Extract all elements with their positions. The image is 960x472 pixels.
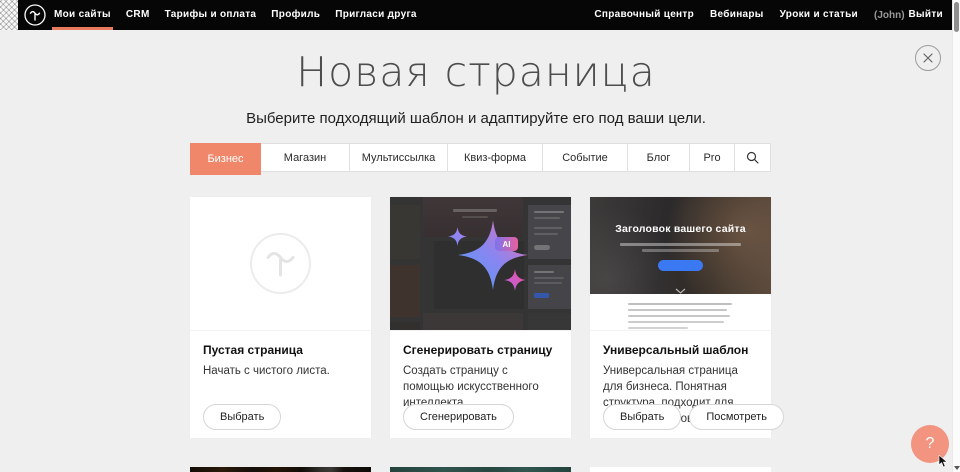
card-ai-generate: AI Сгенерировать страницу Создать страни… [390, 197, 571, 438]
template-text-section [590, 294, 771, 331]
menu-profile[interactable]: Профиль [271, 0, 320, 30]
card-description: Начать с чистого листа. [203, 363, 358, 379]
tab-business[interactable]: Бизнес [190, 143, 261, 175]
card-universal-template: Заголовок вашего сайта Универсальный шаб… [590, 197, 771, 438]
scrollbar-thumb[interactable] [954, 2, 959, 32]
template-hero: Заголовок вашего сайта [590, 197, 771, 294]
card-white-template[interactable] [590, 467, 771, 472]
template-category-tabs: Бизнес Магазин Мультиссылка Квиз-форма С… [190, 143, 771, 175]
ai-sparkle-icon [390, 197, 571, 331]
topbar-right-menu: Справочный центр Вебинары Уроки и статьи… [594, 0, 943, 30]
blank-page-preview [190, 197, 371, 331]
tilda-watermark-icon [249, 232, 312, 300]
ai-preview: AI [390, 197, 571, 331]
card-title: Универсальный шаблон [603, 343, 758, 357]
card-title: Пустая страница [203, 343, 358, 357]
card-info: Сгенерировать страницу Создать страницу … [390, 331, 571, 411]
preview-template-button[interactable]: Посмотреть [689, 404, 784, 430]
tab-quiz-form[interactable]: Квиз-форма [448, 143, 543, 172]
menu-tariffs[interactable]: Тарифы и оплата [165, 0, 257, 30]
ai-badge: AI [495, 237, 518, 251]
user-name: (John) [874, 10, 905, 21]
card-teal-template[interactable] [390, 467, 571, 472]
template-cta-button [658, 260, 703, 271]
card-info: Пустая страница Начать с чистого листа. [190, 331, 371, 379]
tab-event[interactable]: Событие [543, 143, 628, 172]
choose-blank-button[interactable]: Выбрать [203, 404, 281, 430]
topbar: Мои сайты CRM Тарифы и оплата Профиль Пр… [0, 0, 960, 30]
tilda-logo-icon[interactable] [24, 4, 46, 26]
website-collage: AI [390, 197, 571, 330]
user-box: (John) Выйти [874, 0, 943, 30]
page-subtitle: Выберите подходящий шаблон и адаптируйте… [0, 110, 952, 127]
tab-search[interactable] [735, 143, 771, 172]
help-button[interactable]: ? [911, 425, 949, 463]
tab-multilink[interactable]: Мультиссылка [350, 143, 448, 172]
tab-shop[interactable]: Магазин [261, 143, 350, 172]
menu-crm[interactable]: CRM [126, 0, 150, 30]
topbar-left-menu: Мои сайты CRM Тарифы и оплата Профиль Пр… [54, 0, 417, 30]
scrollbar-down-arrow-icon[interactable] [954, 466, 960, 470]
card-blank-page: Пустая страница Начать с чистого листа. … [190, 197, 371, 438]
template-headline: Заголовок вашего сайта [590, 223, 771, 235]
scrollbar[interactable] [952, 0, 960, 472]
generate-button[interactable]: Сгенерировать [403, 404, 514, 430]
desktop-texture [0, 0, 18, 30]
tab-blog[interactable]: Блог [628, 143, 690, 172]
tab-pro[interactable]: Pro [690, 143, 735, 172]
logout-link[interactable]: Выйти [909, 0, 943, 30]
menu-help-center[interactable]: Справочный центр [594, 0, 694, 30]
card-title: Сгенерировать страницу [403, 343, 558, 357]
app-window: Мои сайты CRM Тарифы и оплата Профиль Пр… [0, 0, 960, 472]
card-restaurant-template[interactable] [190, 467, 371, 472]
search-icon [746, 151, 759, 164]
menu-invite-friend[interactable]: Пригласи друга [335, 0, 417, 30]
menu-webinars[interactable]: Вебинары [710, 0, 764, 30]
page-title: Новая страница [0, 48, 952, 96]
choose-template-button[interactable]: Выбрать [603, 404, 681, 430]
template-preview: Заголовок вашего сайта [590, 197, 771, 331]
menu-my-sites[interactable]: Мои сайты [54, 0, 111, 30]
menu-lessons[interactable]: Уроки и статьи [780, 0, 858, 30]
